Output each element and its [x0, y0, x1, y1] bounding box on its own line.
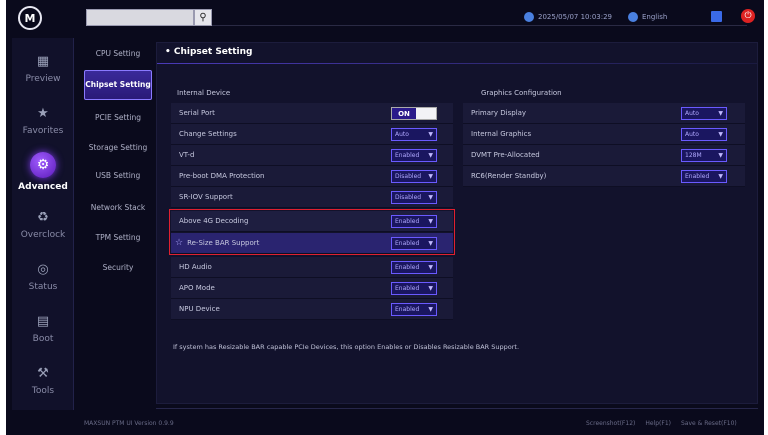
submenu-cpu-setting[interactable]: CPU Setting — [84, 40, 152, 68]
language-text: English — [642, 13, 668, 21]
internal-graphics-select[interactable]: Auto ▼ — [681, 128, 727, 141]
chevron-down-icon: ▼ — [718, 110, 723, 117]
nav-overclock[interactable]: ♻ Overclock — [12, 198, 74, 250]
select-value: Enabled — [685, 173, 710, 180]
sr-iov-select[interactable]: Disabled ▼ — [391, 191, 437, 204]
advanced-submenu: CPU Setting Chipset Setting PCIE Setting… — [84, 38, 152, 410]
page-title: Chipset Setting — [165, 47, 253, 57]
search-icon[interactable]: ⚲ — [194, 9, 212, 26]
above-4g-select[interactable]: Enabled ▼ — [391, 215, 437, 228]
select-value: Auto — [685, 110, 699, 117]
internal-device-heading: Internal Device — [177, 89, 231, 97]
resize-bar-select[interactable]: Enabled ▼ — [391, 237, 437, 250]
chevron-down-icon: ▼ — [428, 131, 433, 138]
select-value: Enabled — [395, 306, 420, 313]
nav-favorites[interactable]: ★ Favorites — [12, 94, 74, 146]
nav-advanced[interactable]: ⚙ Advanced — [12, 146, 74, 198]
main-nav: ▦ Preview ★ Favorites ⚙ Advanced ♻ Overc… — [12, 38, 74, 410]
version-text: MAXSUN PTM UI Version 0.9.9 — [84, 420, 174, 427]
select-value: Auto — [395, 131, 409, 138]
boot-icon: ▤ — [36, 313, 50, 329]
submenu-security[interactable]: Security — [84, 254, 152, 282]
clock-icon — [524, 12, 534, 22]
submenu-pcie-setting[interactable]: PCIE Setting — [84, 104, 152, 132]
nav-label: Advanced — [18, 182, 68, 192]
footer-divider — [156, 408, 758, 409]
datetime-display: 2025/05/07 10:03:29 — [524, 12, 612, 22]
graphics-config-heading: Graphics Configuration — [481, 89, 562, 97]
change-settings-select[interactable]: Auto ▼ — [391, 128, 437, 141]
nav-boot[interactable]: ▤ Boot — [12, 302, 74, 354]
chevron-down-icon: ▼ — [428, 173, 433, 180]
grid-icon: ▦ — [36, 53, 50, 69]
search-input[interactable] — [86, 9, 194, 26]
settings-panel: Chipset Setting Internal Device Graphics… — [156, 42, 758, 404]
select-value: Enabled — [395, 285, 420, 292]
apo-mode-select[interactable]: Enabled ▼ — [391, 282, 437, 295]
chevron-down-icon: ▼ — [428, 240, 433, 247]
chevron-down-icon: ▼ — [428, 264, 433, 271]
advanced-icon: ⚙ — [30, 152, 56, 178]
chevron-down-icon: ▼ — [718, 152, 723, 159]
nav-preview[interactable]: ▦ Preview — [12, 42, 74, 94]
datetime-text: 2025/05/07 10:03:29 — [538, 13, 613, 21]
npu-device-select[interactable]: Enabled ▼ — [391, 303, 437, 316]
overclock-icon: ♻ — [37, 209, 49, 225]
footer-hotkeys: Screenshot(F12) Help(F1) Save & Reset(F1… — [586, 420, 737, 427]
submenu-network-stack[interactable]: Network Stack — [84, 194, 152, 222]
chevron-down-icon: ▼ — [718, 131, 723, 138]
nav-label: Tools — [31, 386, 55, 396]
submenu-usb-setting[interactable]: USB Setting — [84, 162, 152, 190]
nav-tools[interactable]: ⚒ Tools — [12, 354, 74, 406]
select-value: Enabled — [395, 240, 420, 247]
select-value: Disabled — [395, 194, 422, 201]
submenu-chipset-setting[interactable]: Chipset Setting — [84, 70, 152, 100]
save-reset-hotkey[interactable]: Save & Reset(F10) — [681, 420, 737, 427]
help-description: If system has Resizable BAR capable PCIe… — [173, 343, 520, 351]
screenshot-hotkey[interactable]: Screenshot(F12) — [586, 420, 635, 427]
title-divider — [157, 63, 757, 64]
rc6-select[interactable]: Enabled ▼ — [681, 170, 727, 183]
select-value: 128M — [685, 152, 702, 159]
tools-icon: ⚒ — [37, 365, 49, 381]
pre-boot-dma-select[interactable]: Disabled ▼ — [391, 170, 437, 183]
submenu-storage-setting[interactable]: Storage Setting — [84, 134, 152, 162]
status-icon: ◎ — [37, 261, 49, 277]
select-value: Disabled — [395, 173, 422, 180]
power-icon[interactable]: ⏻ — [741, 9, 755, 23]
select-value: Enabled — [395, 218, 420, 225]
nav-status[interactable]: ◎ Status — [12, 250, 74, 302]
chevron-down-icon: ▼ — [428, 218, 433, 225]
top-bar: M ⚲ 2025/05/07 10:03:29 English ⏻ — [6, 0, 764, 38]
chevron-down-icon: ▼ — [428, 306, 433, 313]
select-value: Enabled — [395, 152, 420, 159]
toggle-on-label: ON — [392, 108, 416, 119]
nav-label: Boot — [32, 334, 54, 344]
language-selector[interactable]: English — [628, 12, 667, 22]
chevron-down-icon: ▼ — [428, 152, 433, 159]
chevron-down-icon: ▼ — [718, 173, 723, 180]
nav-label: Favorites — [22, 126, 64, 136]
nav-label: Status — [28, 282, 58, 292]
toggle-knob — [416, 108, 436, 119]
maxsun-logo-icon: M — [18, 6, 42, 30]
chevron-down-icon: ▼ — [428, 194, 433, 201]
help-hotkey[interactable]: Help(F1) — [645, 420, 671, 427]
submenu-tpm-setting[interactable]: TPM Setting — [84, 224, 152, 252]
hd-audio-select[interactable]: Enabled ▼ — [391, 261, 437, 274]
select-value: Auto — [685, 131, 699, 138]
chevron-down-icon: ▼ — [428, 285, 433, 292]
bios-screen: M ⚲ 2025/05/07 10:03:29 English ⏻ ▦ Prev… — [6, 0, 764, 435]
globe-icon — [628, 12, 638, 22]
select-value: Enabled — [395, 264, 420, 271]
star-icon: ★ — [37, 105, 49, 121]
save-icon[interactable] — [711, 11, 722, 22]
dvmt-select[interactable]: 128M ▼ — [681, 149, 727, 162]
vt-d-select[interactable]: Enabled ▼ — [391, 149, 437, 162]
nav-label: Overclock — [20, 230, 66, 240]
primary-display-select[interactable]: Auto ▼ — [681, 107, 727, 120]
serial-port-toggle[interactable]: ON — [391, 107, 437, 120]
nav-label: Preview — [25, 74, 61, 84]
